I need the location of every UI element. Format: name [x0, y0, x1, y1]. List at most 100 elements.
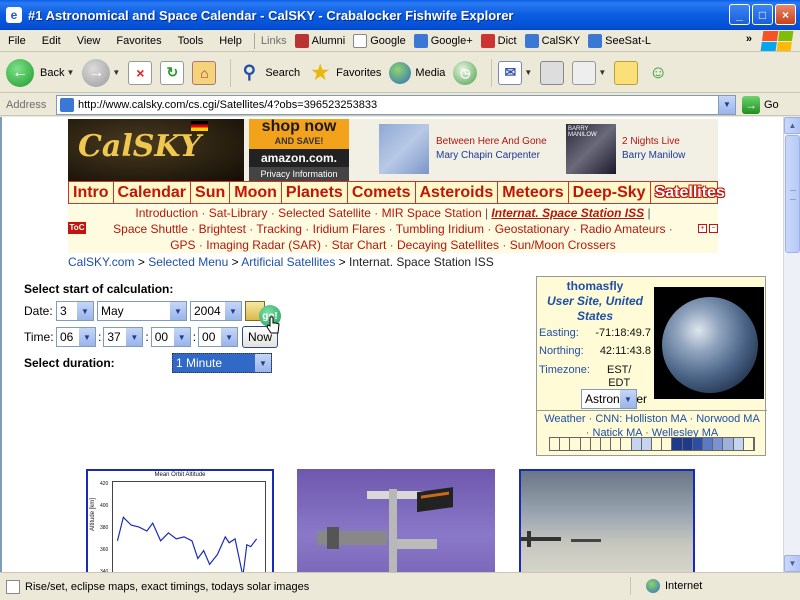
weather-norwood[interactable]: Norwood MA [696, 413, 760, 425]
iss-photo-thumbnail[interactable] [297, 469, 495, 572]
menu-file[interactable]: File [0, 35, 34, 47]
history-button[interactable]: ◷ [453, 60, 478, 85]
menu-tools[interactable]: Tools [170, 35, 212, 47]
breadcrumb-home[interactable]: CalSKY.com [68, 255, 134, 269]
fraction-select[interactable]: 00 ▼ [198, 327, 239, 347]
mail-button[interactable]: ✉ ▼ [498, 60, 532, 85]
discuss-button[interactable] [614, 60, 639, 85]
address-dropdown-icon[interactable]: ▼ [718, 95, 735, 114]
subnav-iss-current[interactable]: Internat. Space Station ISS [491, 206, 644, 220]
nav-sun[interactable]: Sun [191, 182, 231, 203]
subnav-imaging-radar[interactable]: Imaging Radar (SAR) [206, 238, 321, 252]
earth-view-thumbnail[interactable] [519, 469, 695, 572]
vertical-scrollbar[interactable]: ▲ ▼ [783, 117, 800, 572]
altitude-chart-thumbnail[interactable]: Mean Orbit Altitude Altitude [km] 420 40… [86, 469, 274, 572]
search-button[interactable]: ⚲ Search [237, 61, 300, 85]
link-alumni[interactable]: Alumni [293, 33, 352, 48]
breadcrumb-artificial-satellites[interactable]: Artificial Satellites [241, 255, 335, 269]
amazon-ad[interactable]: shop now AND SAVE! amazon.com. Privacy In… [249, 119, 349, 181]
subnav-sun-moon-crossers[interactable]: Sun/Moon Crossers [510, 238, 616, 252]
back-dropdown-icon[interactable]: ▼ [66, 68, 74, 77]
link-google-plus[interactable]: Google+ [412, 33, 479, 48]
link-google[interactable]: Google [351, 33, 411, 48]
link-calsky[interactable]: CalSKY [523, 33, 587, 48]
subnav-sat-library[interactable]: Sat-Library [209, 206, 268, 220]
minimize-button[interactable]: _ [729, 4, 750, 25]
scroll-down-icon[interactable]: ▼ [784, 555, 800, 572]
subnav-tumbling-iridium[interactable]: Tumbling Iridium [396, 222, 484, 236]
weather-holliston[interactable]: CNN: Holliston MA [595, 413, 686, 425]
menu-view[interactable]: View [69, 35, 109, 47]
album1-info[interactable]: Between Here And Gone Mary Chapin Carpen… [436, 135, 547, 163]
hour-select[interactable]: 06 ▼ [56, 327, 96, 347]
subnav-star-chart[interactable]: Star Chart [332, 238, 387, 252]
month-select[interactable]: May ▼ [97, 301, 187, 321]
sky-condition-grid[interactable] [549, 437, 755, 451]
subnav-mir[interactable]: MIR Space Station [382, 206, 482, 220]
subnav-introduction[interactable]: Introduction [135, 206, 198, 220]
back-button[interactable]: ← Back ▼ [6, 58, 74, 87]
subnav-tracking[interactable]: Tracking [256, 222, 302, 236]
second-select[interactable]: 00 ▼ [150, 327, 191, 347]
nav-satellites[interactable]: Satellites [651, 182, 729, 203]
edit-button[interactable]: ▼ [572, 60, 606, 85]
forward-button[interactable]: → ▼ [82, 58, 120, 87]
messenger-button[interactable]: ☺ [646, 61, 670, 85]
nav-planets[interactable]: Planets [282, 182, 348, 203]
nav-meteors[interactable]: Meteors [498, 182, 569, 203]
ad-privacy-link[interactable]: Privacy Information [249, 167, 349, 181]
nav-comets[interactable]: Comets [348, 182, 416, 203]
close-button[interactable]: × [775, 4, 796, 25]
subnav-iridium-flares[interactable]: Iridium Flares [313, 222, 386, 236]
nav-intro[interactable]: Intro [69, 182, 114, 203]
expand-icon[interactable]: + [698, 224, 707, 233]
media-button[interactable]: Media [389, 61, 445, 84]
breadcrumb-selected-menu[interactable]: Selected Menu [148, 255, 228, 269]
mail-dropdown-icon[interactable]: ▼ [524, 68, 532, 77]
collapse-icon[interactable]: − [709, 224, 718, 233]
menu-edit[interactable]: Edit [34, 35, 69, 47]
nav-calendar[interactable]: Calendar [114, 182, 192, 203]
links-more-chevron[interactable]: » [746, 33, 752, 45]
print-button[interactable] [540, 60, 565, 85]
link-seesat[interactable]: SeeSat-L [586, 33, 657, 48]
maximize-button[interactable]: □ [752, 4, 773, 25]
user-site-link[interactable]: User Site, United States [537, 294, 653, 324]
refresh-button[interactable]: ↻ [160, 60, 185, 85]
calsky-logo[interactable]: CalSKY [68, 119, 244, 181]
scroll-up-icon[interactable]: ▲ [784, 117, 800, 134]
day-select[interactable]: 3 ▼ [56, 301, 94, 321]
view-mode-select[interactable]: Astronomer ▼ [581, 389, 647, 409]
nav-deep-sky[interactable]: Deep-Sky [569, 182, 651, 203]
nav-asteroids[interactable]: Asteroids [416, 182, 499, 203]
go-button[interactable]: → Go [742, 95, 779, 114]
address-input[interactable]: http://www.calsky.com/cs.cgi/Satellites/… [56, 94, 736, 115]
user-name-link[interactable]: thomasfly [537, 279, 653, 293]
earth-image[interactable] [654, 287, 764, 399]
minute-select[interactable]: 37 ▼ [103, 327, 144, 347]
menu-favorites[interactable]: Favorites [108, 35, 169, 47]
german-flag-icon[interactable] [191, 121, 208, 131]
subnav-decaying-satellites[interactable]: Decaying Satellites [397, 238, 499, 252]
album-cover-image[interactable] [379, 124, 429, 174]
subnav-geostationary[interactable]: Geostationary [495, 222, 570, 236]
nav-moon[interactable]: Moon [230, 182, 282, 203]
subnav-brightest[interactable]: Brightest [199, 222, 246, 236]
subnav-radio-amateurs[interactable]: Radio Amateurs [580, 222, 665, 236]
edit-dropdown-icon[interactable]: ▼ [598, 68, 606, 77]
duration-select[interactable]: 1 Minute ▼ [172, 353, 272, 373]
home-button[interactable]: ⌂ [192, 60, 217, 85]
stop-button[interactable]: × [128, 60, 153, 85]
scroll-thumb[interactable] [785, 135, 800, 253]
weather-link[interactable]: Weather [544, 413, 585, 425]
favorites-button[interactable]: ★ Favorites [308, 61, 381, 85]
link-dict[interactable]: Dict [479, 33, 523, 48]
menu-help[interactable]: Help [211, 35, 250, 47]
album-cover-image[interactable]: BARRY MANILOW [566, 124, 616, 174]
forward-dropdown-icon[interactable]: ▼ [112, 68, 120, 77]
subnav-space-shuttle[interactable]: Space Shuttle [113, 222, 188, 236]
album2-info[interactable]: 2 Nights Live Barry Manilow [622, 135, 685, 163]
year-select[interactable]: 2004 ▼ [190, 301, 242, 321]
subnav-gps[interactable]: GPS [170, 238, 195, 252]
subnav-selected-satellite[interactable]: Selected Satellite [278, 206, 371, 220]
